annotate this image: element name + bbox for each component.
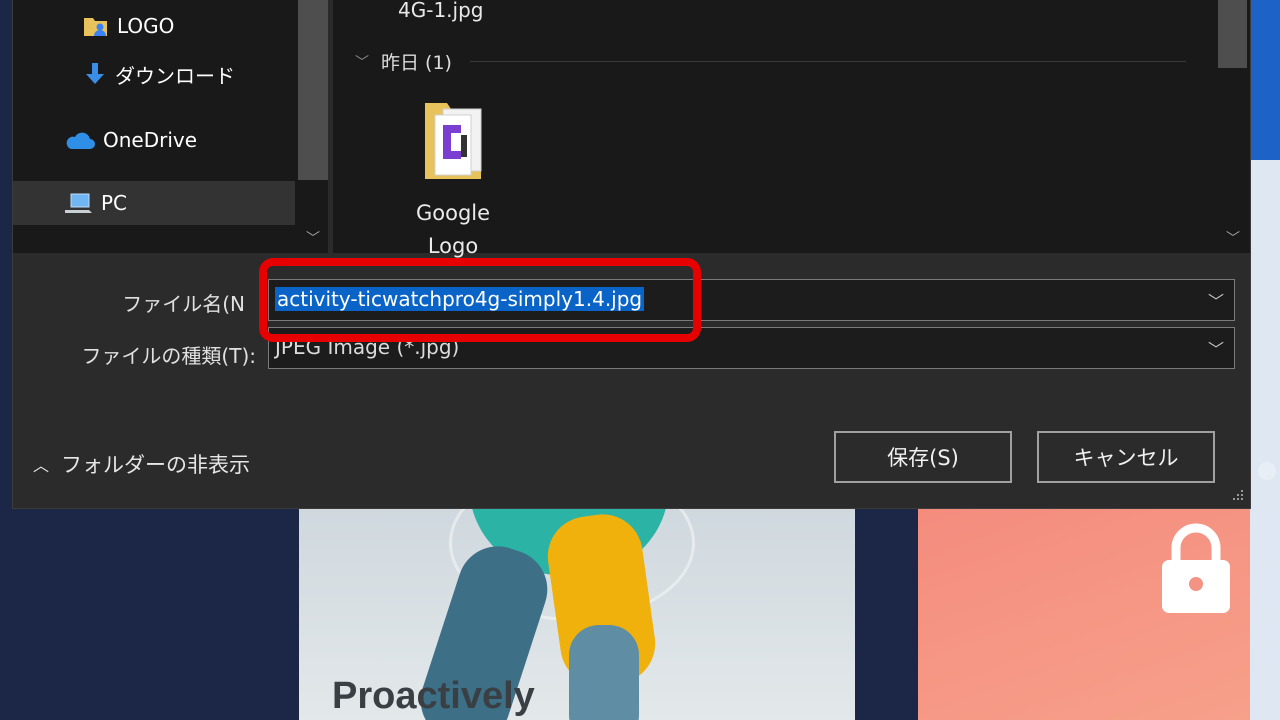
- group-header-yesterday[interactable]: ﹀ 昨日 (1): [355, 48, 1186, 75]
- folder-icon: [425, 103, 482, 179]
- filetype-label: ファイルの種類(T):: [81, 344, 256, 368]
- cloud-icon: [66, 132, 95, 149]
- computer-icon: [65, 193, 92, 213]
- promo-headline: Proactively: [332, 675, 535, 717]
- nav-item-label: PC: [101, 191, 128, 215]
- nav-scrollbar[interactable]: ﹀: [298, 0, 328, 253]
- background-promo-card: Proactively: [299, 505, 855, 720]
- navigation-pane[interactable]: LOGO ダウンロード OneDrive PC ﹀: [13, 0, 328, 253]
- lock-icon: [1162, 523, 1230, 613]
- nav-item-label: ダウンロード: [115, 63, 235, 88]
- cancel-button[interactable]: キャンセル: [1037, 431, 1215, 483]
- chevron-down-icon[interactable]: ﹀: [1208, 336, 1224, 360]
- file-item-google-logo[interactable]: Google Logo: [393, 95, 513, 263]
- nav-item-pc[interactable]: PC: [13, 181, 295, 225]
- folder-user-icon: [84, 18, 107, 36]
- file-list-pane[interactable]: 4G-1.jpg ﹀ 昨日 (1) Google Logo ﹀: [333, 0, 1250, 258]
- hide-folders-label: フォルダーの非表示: [61, 453, 251, 477]
- hide-folders-toggle[interactable]: ︿ フォルダーの非表示: [33, 449, 250, 479]
- nav-item-downloads[interactable]: ダウンロード: [13, 52, 295, 96]
- resize-grip-icon[interactable]: [1231, 488, 1245, 502]
- download-arrow-icon: [86, 63, 104, 84]
- group-divider: [469, 61, 1186, 62]
- scrollbar-thumb[interactable]: [298, 0, 328, 180]
- chevron-down-icon: ﹀: [355, 54, 369, 71]
- annotation-highlight-box: [259, 258, 701, 342]
- nav-item-onedrive[interactable]: OneDrive: [13, 118, 295, 162]
- nav-item-logo[interactable]: LOGO: [13, 4, 295, 48]
- save-button[interactable]: 保存(S): [834, 431, 1012, 483]
- background-dot: [1258, 462, 1276, 480]
- content-scrollbar[interactable]: ﹀: [1215, 0, 1250, 253]
- scroll-down-icon[interactable]: ﹀: [306, 228, 320, 248]
- scrollbar-thumb[interactable]: [1218, 0, 1247, 68]
- filename-label: ファイル名(N: [122, 292, 245, 316]
- file-item-label[interactable]: 4G-1.jpg: [398, 0, 483, 22]
- save-file-dialog: LOGO ダウンロード OneDrive PC ﹀ 4G-1.jpg ﹀ 昨日 …: [13, 0, 1250, 508]
- group-label: 昨日 (1): [381, 52, 452, 74]
- file-name-line: Google: [415, 201, 491, 225]
- background-side-panel: [1250, 0, 1280, 720]
- chevron-down-icon[interactable]: ﹀: [1208, 288, 1224, 312]
- nav-item-label: OneDrive: [103, 128, 198, 152]
- scroll-down-icon[interactable]: ﹀: [1226, 228, 1240, 248]
- nav-item-label: LOGO: [117, 14, 175, 38]
- chevron-up-icon: ︿: [33, 456, 50, 475]
